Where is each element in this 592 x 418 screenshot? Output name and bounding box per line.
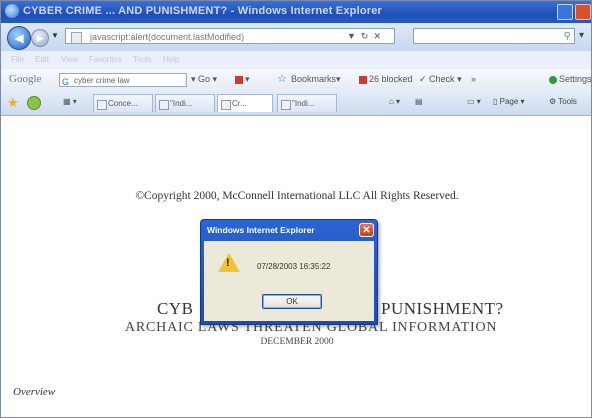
star-icon[interactable]: ☆ — [277, 72, 287, 85]
blocked-label: 26 blocked — [369, 74, 413, 84]
menu-edit[interactable]: Edit — [35, 55, 49, 64]
address-text: javascript:alert(document.lastModified) — [90, 32, 245, 42]
menu-file[interactable]: File — [11, 55, 24, 64]
bookmarks-button[interactable]: Bookmarks▾ — [291, 74, 341, 85]
page-menu-button[interactable]: ▯ Page ▾ — [493, 97, 525, 106]
tab-3-label: Cr... — [232, 99, 247, 108]
heading-left-fragment: CYB — [157, 299, 194, 318]
dialog-close-button[interactable]: ✕ — [359, 223, 374, 237]
dialog-title: Windows Internet Explorer — [207, 225, 315, 235]
settings-label: Settings — [559, 74, 592, 84]
google-g-icon: G — [62, 77, 70, 87]
google-news-button[interactable]: ▾ — [235, 74, 250, 85]
settings-button[interactable]: Settings — [549, 74, 592, 84]
ok-button[interactable]: OK — [262, 294, 322, 309]
address-row: ◀ ▶ ▼ javascript:alert(document.lastModi… — [1, 23, 591, 52]
popup-blocker-icon — [359, 75, 367, 84]
tab-4-label: "Indi... — [292, 99, 315, 108]
favorites-star-icon[interactable]: ★ — [7, 95, 19, 111]
tab-page-icon — [159, 100, 169, 110]
check-label: Check — [429, 74, 455, 84]
more-button[interactable]: » — [471, 74, 476, 84]
window-title: CYBER CRIME ... AND PUNISHMENT? - Window… — [23, 5, 383, 17]
go-label: Go — [198, 74, 211, 84]
print-button[interactable]: ▭ ▾ — [467, 97, 481, 106]
menu-tools[interactable]: Tools — [133, 55, 152, 64]
forward-button[interactable]: ▶ — [31, 29, 49, 47]
menu-view[interactable]: View — [61, 55, 78, 64]
back-button[interactable]: ◀ — [7, 26, 31, 50]
settings-icon — [549, 75, 557, 84]
tab-3-active[interactable]: Cr... — [217, 94, 273, 112]
google-go-button[interactable]: ▾ Go ▾ — [191, 74, 217, 85]
search-input[interactable]: ⚲ — [413, 28, 575, 44]
google-search-input[interactable]: G cyber crime law — [59, 73, 187, 87]
popup-blocked-button[interactable]: 26 blocked — [359, 74, 413, 84]
tools-label: Tools — [558, 97, 577, 106]
publication-date: DECEMBER 2000 — [260, 337, 334, 347]
refresh-stop-icons[interactable]: ▼ ↻ ✕ — [347, 31, 381, 42]
page-icon — [71, 32, 82, 43]
home-button[interactable]: ⌂ ▾ — [389, 97, 400, 106]
quick-tabs-button[interactable]: ▦ ▾ — [63, 97, 77, 106]
bookmarks-label: Bookmarks — [291, 74, 337, 84]
tab-page-icon — [281, 100, 291, 110]
title-bar: CYBER CRIME ... AND PUNISHMENT? - Window… — [1, 1, 591, 23]
tools-menu-button[interactable]: ⚙ Tools — [549, 97, 577, 106]
dialog-body: ! 07/28/2003 16:35:22 OK — [204, 241, 374, 321]
tab-4[interactable]: "Indi... — [277, 94, 337, 112]
overview-heading: Overview — [13, 386, 56, 398]
alert-dialog: Windows Internet Explorer ✕ ! 07/28/2003… — [200, 219, 378, 325]
tab-2[interactable]: "Indi... — [155, 94, 215, 112]
page-label: Page — [499, 97, 519, 106]
search-dropdown-icon[interactable]: ▾ — [579, 30, 584, 41]
menu-bar: File Edit View Favorites Tools Help — [1, 51, 591, 69]
heading-right-fragment: PUNISHMENT? — [381, 299, 504, 318]
google-logo: Google — [9, 73, 42, 85]
minimize-button[interactable] — [557, 4, 573, 20]
copyright-text: ©Copyright 2000, McConnell International… — [135, 190, 459, 202]
menu-favorites[interactable]: Favorites — [89, 55, 122, 64]
search-icon[interactable]: ⚲ — [564, 31, 571, 42]
news-icon — [235, 75, 243, 84]
google-search-value: cyber crime law — [74, 76, 130, 85]
warning-exclamation-icon: ! — [226, 257, 230, 269]
address-input[interactable]: javascript:alert(document.lastModified) — [65, 28, 395, 44]
menu-help[interactable]: Help — [163, 55, 179, 64]
tab-row: ★ ▦ ▾ Conce... "Indi... Cr... "Indi... ⌂… — [1, 91, 591, 116]
tab-page-icon — [97, 100, 107, 110]
add-favorite-icon[interactable] — [27, 96, 41, 110]
spell-check-button[interactable]: ✓ Check ▾ — [419, 74, 462, 85]
dialog-message: 07/28/2003 16:35:22 — [257, 262, 331, 271]
tab-2-label: "Indi... — [170, 99, 193, 108]
history-dropdown-icon[interactable]: ▼ — [51, 31, 59, 40]
google-toolbar: Google G cyber crime law ▾ Go ▾ ▾ ☆ Book… — [1, 69, 592, 92]
ie-logo-icon — [5, 4, 19, 18]
browser-window: CYBER CRIME ... AND PUNISHMENT? - Window… — [0, 0, 592, 418]
feeds-icon[interactable]: ▤ — [415, 97, 423, 106]
tab-1[interactable]: Conce... — [93, 94, 153, 112]
close-window-button[interactable] — [575, 4, 591, 20]
tab-page-icon — [221, 100, 231, 110]
tab-1-label: Conce... — [108, 99, 138, 108]
